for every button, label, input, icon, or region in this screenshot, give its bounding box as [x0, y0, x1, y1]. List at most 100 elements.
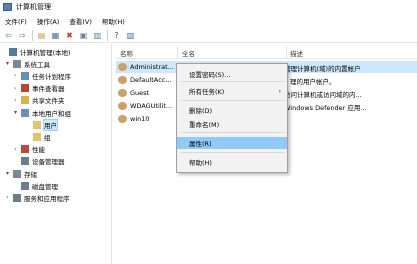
tree-node-label: 共享文件夹: [32, 97, 65, 106]
column-name-header[interactable]: 名称: [120, 48, 133, 58]
tree-node[interactable]: ▾ 本地用户和组: [14, 107, 71, 118]
user-icon: [118, 89, 127, 97]
user-icon: [118, 76, 127, 84]
user-name-cell: Guest: [130, 89, 150, 97]
context-menu-item-label: 删除(D): [189, 107, 213, 115]
tree-node[interactable]: 设备管理器: [14, 156, 65, 167]
tree-node[interactable]: › 性能: [14, 144, 45, 155]
user-description-cell: 访问计算机或访问域的内...: [284, 91, 362, 99]
up-folder-icon[interactable]: ▤: [36, 30, 47, 41]
user-name-cell: DefaultAcc...: [130, 76, 172, 84]
column-divider[interactable]: [177, 46, 178, 59]
list-header: 名称 全名 描述: [116, 46, 417, 59]
tree-node[interactable]: 组: [26, 131, 51, 142]
menu-bar: 文件(F) 操作(A) 查看(V) 帮助(H): [0, 14, 417, 28]
user-name-cell: win10: [130, 115, 150, 123]
tree-node[interactable]: 用户: [26, 118, 58, 131]
menu-help[interactable]: 帮助(H): [97, 16, 130, 26]
context-menu-item[interactable]: 所有任务(K) ›: [177, 85, 287, 97]
tree-node-icon: [13, 169, 21, 178]
column-fullname-header[interactable]: 全名: [182, 48, 195, 58]
tree-node-icon: [21, 71, 29, 80]
context-menu-separator: [181, 81, 285, 82]
tree-node-icon: [21, 145, 29, 154]
user-icon: [118, 63, 127, 71]
help-icon[interactable]: ?: [111, 30, 122, 41]
context-menu-separator: [181, 132, 285, 133]
tree-node-label: 服务和应用程序: [24, 194, 70, 203]
tree-node[interactable]: 磁盘管理: [14, 180, 58, 191]
user-icon: [118, 102, 127, 110]
tree-node-icon: [21, 84, 29, 93]
expand-arrow-icon[interactable]: ›: [14, 72, 21, 79]
user-icon: [118, 115, 127, 123]
tree-node-icon: [21, 96, 29, 105]
tree-node-label: 本地用户和组: [32, 109, 71, 118]
export-list-icon[interactable]: ▥: [92, 30, 103, 41]
tree-node-icon: [21, 157, 29, 166]
tree-node[interactable]: ▾ 存储: [6, 168, 37, 179]
tree-node-label: 组: [44, 133, 51, 142]
tree-node-label: 存储: [24, 170, 37, 179]
show-hide-icon[interactable]: ▧: [125, 30, 136, 41]
context-menu-separator: [181, 152, 285, 153]
tree-node-icon: [21, 181, 29, 190]
context-menu-item[interactable]: 删除(D): [177, 104, 287, 116]
tree-node[interactable]: 计算机管理(本地): [2, 46, 71, 57]
tree-node-icon: [33, 120, 41, 129]
back-arrow-icon[interactable]: ⇦: [3, 30, 14, 41]
context-menu-item-label: 帮助(H): [189, 159, 212, 167]
expand-arrow-icon[interactable]: ▾: [6, 60, 13, 67]
tree-node-label: 计算机管理(本地): [20, 48, 71, 57]
column-description-header[interactable]: 描述: [290, 48, 303, 58]
tree-node-icon: [9, 47, 17, 56]
tree-node[interactable]: › 服务和应用程序: [6, 192, 70, 203]
submenu-arrow-icon: ›: [278, 87, 281, 95]
forward-arrow-icon[interactable]: ⇨: [17, 30, 28, 41]
context-menu-item-label: 属性(R): [189, 140, 212, 148]
user-description-cell: 管理计算机(域)的内置帐户: [284, 65, 361, 73]
expand-arrow-icon[interactable]: ›: [6, 194, 13, 201]
tree-node[interactable]: › 共享文件夹: [14, 95, 65, 106]
context-menu-item[interactable]: 属性(R): [177, 137, 287, 149]
tree-node-label: 系统工具: [24, 60, 50, 69]
menu-action[interactable]: 操作(A): [32, 16, 65, 26]
tree-node-icon: [33, 132, 41, 141]
toolbar-separator: [32, 29, 33, 41]
expand-arrow-icon[interactable]: ›: [14, 97, 21, 104]
context-menu-item[interactable]: 设置密码(S)...: [177, 68, 287, 80]
menu-file[interactable]: 文件(F): [0, 16, 32, 26]
user-description-cell: 理的用户帐户。: [290, 78, 336, 86]
title-bar: 计算机管理: [0, 0, 417, 14]
properties-icon[interactable]: ▣: [78, 30, 89, 41]
context-menu: 设置密码(S)... 所有任务(K) › 删除(D) 重命名(M) 属性(R) 帮助(H): [176, 63, 288, 173]
tree-node-label: 磁盘管理: [32, 182, 58, 191]
expand-arrow-icon[interactable]: ›: [14, 146, 21, 153]
context-menu-item[interactable]: 重命名(M): [177, 118, 287, 130]
tree-node[interactable]: ▾ 系统工具: [6, 58, 50, 69]
tree-node-label: 设备管理器: [32, 158, 65, 167]
tree-node[interactable]: › 事件查看器: [14, 83, 65, 94]
tree-node-icon: [13, 193, 21, 202]
context-menu-item-label: 重命名(M): [189, 121, 220, 129]
column-divider[interactable]: [286, 46, 287, 59]
toolbar: ⇦ ⇨ ▤ ▦ ✖ ▣ ▥? ▧: [0, 28, 417, 43]
tree-node-label: 任务计划程序: [32, 72, 71, 81]
window-title: 计算机管理: [16, 3, 51, 11]
expand-arrow-icon[interactable]: ›: [14, 85, 21, 92]
user-description-cell: Windows Defender 应用...: [284, 104, 367, 112]
console-tree-icon[interactable]: ▦: [50, 30, 61, 41]
context-menu-separator: [181, 100, 285, 101]
context-menu-item[interactable]: 帮助(H): [177, 156, 287, 168]
console-tree: 计算机管理(本地) ▾ 系统工具 › 任务计划程序 › 事件查看器 › 共享文件夹 ▾ 本地用户和组…: [0, 44, 112, 264]
tree-node-label: 性能: [32, 146, 45, 155]
user-name-cell: Administrat...: [130, 63, 174, 71]
context-menu-item-label: 所有任务(K): [189, 88, 225, 96]
tree-node[interactable]: › 任务计划程序: [14, 70, 71, 81]
tree-node-label: 用户: [43, 118, 58, 131]
user-name-cell: WDAGUtilit...: [130, 102, 173, 110]
expand-arrow-icon[interactable]: ▾: [6, 170, 13, 177]
menu-view[interactable]: 查看(V): [64, 16, 97, 26]
delete-icon[interactable]: ✖: [64, 30, 75, 41]
expand-arrow-icon[interactable]: ▾: [14, 109, 21, 116]
